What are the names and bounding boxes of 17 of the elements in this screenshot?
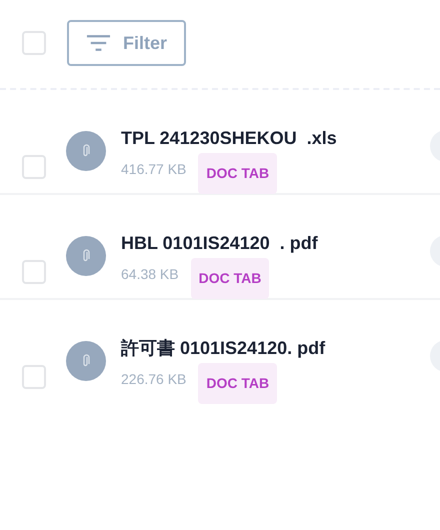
- checkbox[interactable]: [22, 260, 46, 284]
- paperclip-icon: [82, 249, 90, 263]
- file-name[interactable]: TPL 241230SHEKOU .xls: [121, 127, 337, 149]
- checkbox[interactable]: [22, 365, 46, 389]
- file-size: 64.38 KB: [121, 265, 179, 284]
- paperclip-icon: [82, 354, 90, 368]
- file-size: 226.76 KB: [121, 370, 186, 389]
- file-size: 416.77 KB: [121, 160, 186, 179]
- filter-icon: [86, 34, 111, 52]
- checkbox[interactable]: [22, 155, 46, 179]
- paperclip-icon: [82, 144, 90, 158]
- file-name[interactable]: 許可書 0101IS24120. pdf: [121, 337, 326, 359]
- doc-tag: DOC TAB: [190, 258, 270, 299]
- doc-tag: DOC TAB: [198, 363, 278, 404]
- doc-tag: DOC TAB: [198, 153, 278, 194]
- checkbox[interactable]: [22, 31, 46, 55]
- file-name[interactable]: HBL 0101IS24120 . pdf: [121, 232, 318, 254]
